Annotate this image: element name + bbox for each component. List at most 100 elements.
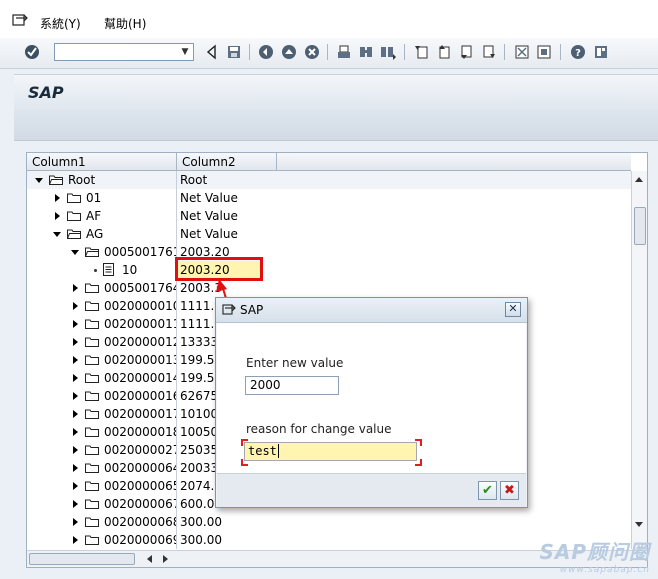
expand-triangle-icon[interactable] bbox=[73, 500, 78, 508]
enter-check-icon[interactable] bbox=[24, 44, 40, 60]
tree-value-cell: Net Value bbox=[180, 191, 238, 205]
scroll-right-icon[interactable] bbox=[163, 555, 168, 563]
expand-triangle-icon[interactable] bbox=[73, 284, 78, 292]
tree-value-cell: 300.00 bbox=[180, 533, 222, 547]
tree-node-label: 00200000681 bbox=[104, 515, 176, 529]
column-header-1[interactable]: Column1 bbox=[27, 153, 177, 171]
scroll-down-icon[interactable] bbox=[635, 522, 643, 527]
tree-node-cell[interactable]: 00200000101 bbox=[27, 297, 177, 315]
horizontal-scroll-thumb[interactable] bbox=[29, 553, 135, 565]
vertical-scrollbar[interactable] bbox=[631, 171, 647, 549]
expand-triangle-icon[interactable] bbox=[73, 446, 78, 454]
app-menu-icon[interactable] bbox=[12, 13, 28, 27]
menu-help[interactable]: 幫助(H) bbox=[104, 15, 146, 32]
tree-node-cell[interactable]: 00200000691 bbox=[27, 531, 177, 549]
tree-row[interactable]: 000500176112003.20 bbox=[27, 243, 631, 261]
expand-triangle-icon[interactable] bbox=[73, 464, 78, 472]
new-value-input[interactable]: 2000 bbox=[245, 376, 339, 395]
close-icon[interactable]: ✕ bbox=[505, 302, 521, 317]
tree-row[interactable]: 00050017642 2003.3 bbox=[27, 279, 631, 297]
tree-row[interactable]: Root Root bbox=[27, 171, 631, 189]
scroll-left-icon[interactable] bbox=[147, 555, 152, 563]
expand-triangle-icon[interactable] bbox=[73, 482, 78, 490]
tree-node-cell[interactable]: 00200000131 bbox=[27, 351, 177, 369]
expand-triangle-icon[interactable] bbox=[73, 410, 78, 418]
column-header-2[interactable]: Column2 bbox=[177, 153, 277, 171]
expand-triangle-icon[interactable] bbox=[73, 320, 78, 328]
chevron-down-icon[interactable]: ▼ bbox=[177, 44, 193, 60]
tree-node-cell[interactable]: 00200000171 bbox=[27, 405, 177, 423]
save-icon[interactable] bbox=[226, 44, 242, 60]
collapse-triangle-icon[interactable] bbox=[71, 250, 79, 255]
focus-corner bbox=[415, 439, 422, 446]
tree-row[interactable]: 01 Net Value bbox=[27, 189, 631, 207]
help-icon[interactable]: ? bbox=[570, 44, 586, 60]
expand-triangle-icon[interactable] bbox=[73, 338, 78, 346]
expand-triangle-icon[interactable] bbox=[73, 356, 78, 364]
tree-node-label: 00200000691 bbox=[104, 533, 176, 547]
expand-triangle-icon[interactable] bbox=[73, 428, 78, 436]
expand-triangle-icon[interactable] bbox=[73, 536, 78, 544]
tree-value-cell: 2003.3 bbox=[180, 281, 222, 295]
find-next-icon[interactable] bbox=[380, 44, 396, 60]
command-field[interactable]: ▼ bbox=[54, 43, 194, 61]
tree-node-cell[interactable]: 10 bbox=[27, 261, 177, 279]
tree-node-cell[interactable]: 00200000161 bbox=[27, 387, 177, 405]
back-icon[interactable] bbox=[258, 44, 274, 60]
dialog-menu-icon[interactable] bbox=[222, 303, 236, 316]
expand-triangle-icon[interactable] bbox=[73, 374, 78, 382]
tree-node-cell[interactable]: Root bbox=[27, 171, 177, 189]
collapse-triangle-icon[interactable] bbox=[53, 232, 61, 237]
menu-system[interactable]: 系統(Y) bbox=[40, 15, 81, 32]
collapse-triangle-icon[interactable] bbox=[35, 178, 43, 183]
tree-node-cell[interactable]: 00200000651 bbox=[27, 477, 177, 495]
tree-node-cell[interactable]: 00050017642 bbox=[27, 279, 177, 297]
tree-node-label: 00200000671 bbox=[104, 497, 176, 511]
layout-menu-icon[interactable] bbox=[593, 44, 609, 60]
tree-row[interactable]: 00200000681 300.00 bbox=[27, 513, 631, 531]
dialog-title-bar[interactable]: SAP ✕ bbox=[216, 298, 527, 323]
tree-node-cell[interactable]: AF bbox=[27, 207, 177, 225]
find-icon[interactable] bbox=[358, 44, 374, 60]
tree-node-cell[interactable]: 00200000181 bbox=[27, 423, 177, 441]
tree-row[interactable]: AF Net Value bbox=[27, 207, 631, 225]
tree-node-cell[interactable]: AG bbox=[27, 225, 177, 243]
tree-value-cell: 25035 bbox=[180, 443, 219, 457]
reason-input[interactable]: test​ bbox=[244, 442, 417, 461]
new-session-icon[interactable] bbox=[514, 44, 530, 60]
tree-row[interactable]: 10 2003.20 bbox=[27, 261, 631, 279]
expand-triangle-icon[interactable] bbox=[55, 194, 60, 202]
back-arrow-icon[interactable] bbox=[204, 44, 220, 60]
previous-page-icon[interactable] bbox=[436, 44, 452, 60]
tree-node-label: 00200000641 bbox=[104, 461, 176, 475]
confirm-button[interactable]: ✔ bbox=[478, 481, 497, 500]
print-icon[interactable] bbox=[336, 44, 352, 60]
scroll-thumb[interactable] bbox=[634, 207, 646, 245]
tree-node-cell[interactable]: 00050017611 bbox=[27, 243, 177, 261]
expand-triangle-icon[interactable] bbox=[73, 392, 78, 400]
tree-node-cell[interactable]: 01 bbox=[27, 189, 177, 207]
tree-node-cell[interactable]: 00200000271 bbox=[27, 441, 177, 459]
tree-node-cell[interactable]: 00200000111 bbox=[27, 315, 177, 333]
next-page-icon[interactable] bbox=[458, 44, 474, 60]
expand-triangle-icon[interactable] bbox=[73, 518, 78, 526]
tree-row[interactable]: AG Net Value bbox=[27, 225, 631, 243]
expand-triangle-icon[interactable] bbox=[73, 302, 78, 310]
application-toolbar bbox=[14, 110, 658, 141]
expand-triangle-icon[interactable] bbox=[55, 212, 60, 220]
last-page-icon[interactable] bbox=[480, 44, 496, 60]
focus-corner bbox=[241, 439, 248, 446]
folder-icon bbox=[67, 193, 81, 203]
first-page-icon[interactable] bbox=[414, 44, 430, 60]
cancel-icon[interactable] bbox=[304, 44, 320, 60]
tree-node-cell[interactable]: 00200000641 bbox=[27, 459, 177, 477]
tree-node-cell[interactable]: 00200000671 bbox=[27, 495, 177, 513]
column-header-filler bbox=[277, 153, 631, 171]
shortcut-icon[interactable] bbox=[536, 44, 552, 60]
tree-node-cell[interactable]: 00200000121 bbox=[27, 333, 177, 351]
tree-node-cell[interactable]: 00200000141 bbox=[27, 369, 177, 387]
exit-icon[interactable] bbox=[281, 44, 297, 60]
cancel-button[interactable]: ✖ bbox=[500, 481, 519, 500]
tree-node-cell[interactable]: 00200000681 bbox=[27, 513, 177, 531]
scroll-up-icon[interactable] bbox=[635, 177, 643, 182]
